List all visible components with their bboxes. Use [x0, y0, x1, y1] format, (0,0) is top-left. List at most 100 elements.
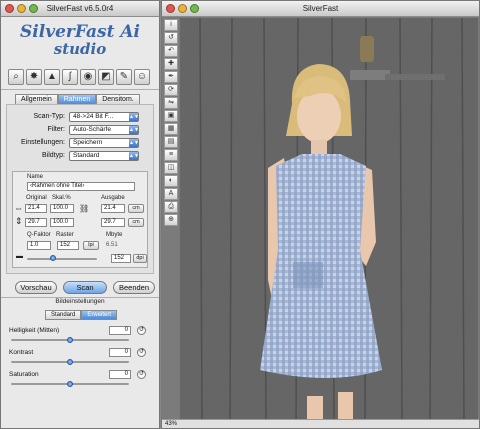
height-arrows-icon: ⇕: [15, 216, 23, 226]
frame-panel: Scan-Typ: 48->24 Bit F... ▲▼ Filter: Auto-Sc…: [6, 104, 154, 274]
color-wheel-icon[interactable]: ◉: [80, 69, 96, 85]
adjust-label: Saturation: [9, 371, 39, 378]
raster-field[interactable]: 152: [57, 241, 79, 250]
link-chain-icon[interactable]: ⛓: [79, 204, 89, 213]
name-field[interactable]: ‹Rahmen ohne Titel›: [27, 182, 135, 191]
chevron-updown-icon: ▲▼: [129, 112, 139, 121]
setting-value: 48->24 Bit F...: [73, 112, 114, 120]
selective-color-icon[interactable]: ◩: [98, 69, 114, 85]
mbyte-value: 6.51: [106, 242, 118, 248]
mirror-icon[interactable]: ⇋: [164, 97, 178, 109]
tool-row: ⌕ ✸ ▲ ∫ ◉ ◩ ✎ ☺: [8, 69, 150, 85]
scale-label: Skal.%: [52, 195, 71, 201]
zoom-icon[interactable]: ⊕: [164, 214, 178, 226]
raster-label: Raster: [56, 232, 74, 238]
output-width-field[interactable]: 21.4: [101, 204, 125, 213]
setting-value: Standard: [73, 151, 100, 159]
adjust-slider-knob[interactable]: [67, 381, 73, 387]
overlay-icon[interactable]: ◫: [164, 162, 178, 174]
setting-select[interactable]: 48->24 Bit F... ▲▼: [69, 111, 139, 122]
print-icon[interactable]: ⎙: [164, 201, 178, 213]
original-height-field[interactable]: 29.7: [25, 218, 47, 227]
grid-icon[interactable]: ▤: [164, 136, 178, 148]
eyedropper-icon[interactable]: ✒: [164, 71, 178, 83]
stack-icon[interactable]: ≡: [164, 149, 178, 161]
crop-icon[interactable]: ▣: [164, 110, 178, 122]
raster-unit-button[interactable]: lpi: [83, 241, 99, 250]
chevron-updown-icon: ▲▼: [129, 138, 139, 147]
minimize-window-icon[interactable]: [178, 4, 187, 13]
zoom-window-icon[interactable]: [29, 4, 38, 13]
setting-select[interactable]: Standard ▲▼: [69, 150, 139, 161]
mbyte-label: Mbyte: [106, 232, 123, 238]
width-arrows-icon: ⇔: [14, 203, 23, 213]
dpi-unit-button[interactable]: dpi: [133, 254, 147, 263]
logo-line2: studio: [53, 40, 107, 58]
close-window-icon[interactable]: [166, 4, 175, 13]
quit-button[interactable]: Beenden: [113, 281, 155, 294]
pipette-icon[interactable]: ✚: [164, 58, 178, 70]
original-label: Original: [26, 195, 47, 201]
minimize-window-icon[interactable]: [17, 4, 26, 13]
info-icon[interactable]: i: [164, 19, 178, 31]
preview-image[interactable]: [180, 18, 478, 421]
reset-icon[interactable]: ↺: [137, 348, 146, 357]
resolution-slider-track[interactable]: [27, 258, 97, 260]
left-title-bar[interactable]: SilverFast v6.5.0r4: [1, 1, 159, 17]
reset-icon[interactable]: ↺: [137, 326, 146, 335]
output-height-field[interactable]: 29.7: [101, 218, 125, 227]
setting-select[interactable]: Speichern ▲▼: [69, 137, 139, 148]
magnifier-icon[interactable]: ⌕: [8, 69, 24, 85]
scan-button[interactable]: Scan: [63, 281, 107, 294]
resolution-slider-knob[interactable]: [50, 255, 56, 261]
image-settings-title: Bildeinstellungen: [55, 298, 105, 305]
adjust-label: Helligkeit (Mitten): [9, 327, 60, 334]
adjust-slider-knob[interactable]: [67, 337, 73, 343]
preview-button[interactable]: Vorschau: [15, 281, 57, 294]
frame-icon[interactable]: ▦: [164, 123, 178, 135]
gradation-curve-icon[interactable]: ∫: [62, 69, 78, 85]
reset-icon[interactable]: ↺: [137, 370, 146, 379]
setting-row: Filter: Auto-Schärfe ▲▼: [7, 124, 139, 135]
chevron-updown-icon: ▲▼: [129, 151, 139, 160]
zoom-status[interactable]: 43%: [162, 419, 479, 428]
histogram-icon[interactable]: ▲: [44, 69, 60, 85]
color-icon[interactable]: ◐: [164, 175, 178, 187]
adjust-value-field[interactable]: 0: [109, 348, 131, 357]
qfactor-field[interactable]: 1.0: [27, 241, 51, 250]
rotate-icon[interactable]: ⟳: [164, 84, 178, 96]
zoom-window-icon[interactable]: [190, 4, 199, 13]
chevron-updown-icon: ▲▼: [129, 125, 139, 134]
mode-erweitert[interactable]: Erweitert: [81, 310, 118, 320]
setting-row: Bildtyp: Standard ▲▼: [7, 150, 139, 161]
adjust-value-field[interactable]: 0: [109, 370, 131, 379]
setting-value: Auto-Schärfe: [73, 125, 111, 133]
setting-select[interactable]: Auto-Schärfe ▲▼: [69, 124, 139, 135]
close-window-icon[interactable]: [5, 4, 14, 13]
width-unit-button[interactable]: cm: [128, 204, 144, 213]
mode-standard[interactable]: Standard: [45, 310, 82, 320]
original-width-field[interactable]: 21.4: [25, 204, 47, 213]
height-unit-button[interactable]: cm: [128, 218, 144, 227]
left-window-title: SilverFast v6.5.0r4: [46, 4, 114, 13]
setting-value: Speichern: [73, 138, 103, 146]
setting-label: Filter:: [47, 126, 66, 133]
adjust-slider-knob[interactable]: [67, 359, 73, 365]
right-title-bar[interactable]: SilverFast: [162, 1, 479, 17]
scale-height-field[interactable]: 100.0: [50, 218, 74, 227]
setting-row: Scan-Typ: 48->24 Bit F... ▲▼: [7, 111, 139, 122]
adjust-value-field[interactable]: 0: [109, 326, 131, 335]
scale-width-field[interactable]: 100.0: [50, 204, 74, 213]
brush-icon[interactable]: ✎: [116, 69, 132, 85]
logo-line1: SilverFast Ai: [20, 22, 140, 42]
dpi-field[interactable]: 152: [111, 254, 131, 263]
silverfast-control-window: SilverFast v6.5.0r4 SilverFast Ai studio…: [0, 0, 160, 429]
portrait-icon[interactable]: ☺: [134, 69, 150, 85]
undo-icon[interactable]: ↶: [164, 45, 178, 57]
text-icon[interactable]: A: [164, 188, 178, 200]
setting-label: Scan-Typ:: [33, 113, 65, 120]
reset-icon[interactable]: ↺: [164, 32, 178, 44]
setting-row: Einstellungen: Speichern ▲▼: [7, 137, 139, 148]
preview-photo: [180, 18, 478, 421]
levels-icon[interactable]: ✸: [26, 69, 42, 85]
